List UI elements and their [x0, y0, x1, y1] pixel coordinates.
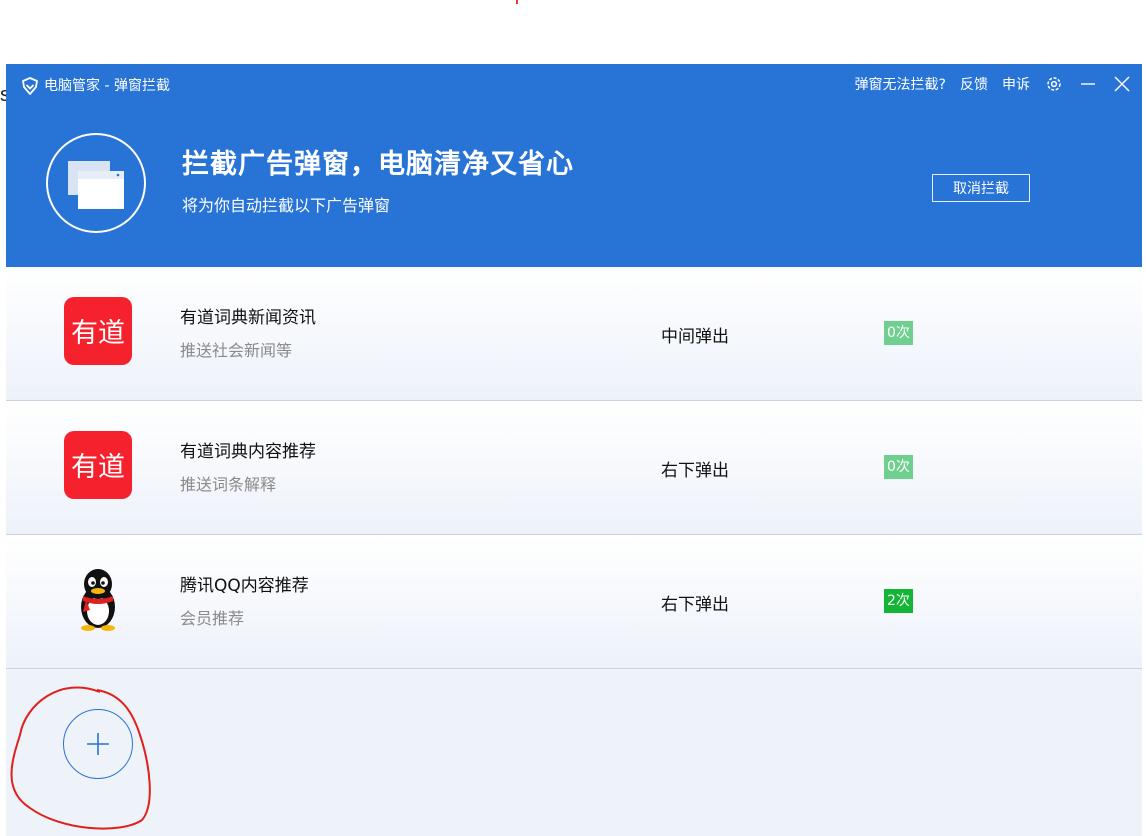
youdao-icon-text: 有道: [71, 318, 125, 349]
item-description: 会员推荐: [180, 609, 245, 628]
header-headline: 拦截广告弹窗，电脑清净又省心: [182, 149, 574, 180]
popup-blocker-window: 电脑管家 - 弹窗拦截 弹窗无法拦截? 反馈 申诉 拦截广告弹窗，电脑清净又省心…: [6, 64, 1142, 836]
item-description: 推送社会新闻等: [180, 341, 293, 360]
youdao-icon-text: 有道: [71, 452, 125, 483]
qq-penguin-icon: [81, 569, 115, 631]
appeal-link[interactable]: 申诉: [1002, 74, 1030, 94]
add-item-button[interactable]: [63, 709, 133, 779]
popup-window-icon: [46, 133, 146, 233]
minimize-icon[interactable]: [1078, 74, 1098, 94]
title-bar-actions: 弹窗无法拦截? 反馈 申诉: [855, 74, 1132, 94]
close-icon[interactable]: [1112, 74, 1132, 94]
settings-icon[interactable]: [1044, 74, 1064, 94]
item-description: 推送词条解释: [180, 475, 277, 494]
list-item: 腾讯QQ内容推荐 会员推荐 右下弹出 2次: [6, 535, 1142, 669]
popup-position: 中间弹出: [661, 327, 729, 347]
cancel-blocking-button[interactable]: 取消拦截: [932, 174, 1030, 202]
header-banner: 拦截广告弹窗，电脑清净又省心 将为你自动拦截以下广告弹窗 取消拦截: [6, 108, 1142, 267]
item-name: 有道词典新闻资讯: [180, 308, 316, 328]
popup-position: 右下弹出: [661, 595, 729, 615]
header-subtitle: 将为你自动拦截以下广告弹窗: [182, 196, 391, 215]
title-bar: 电脑管家 - 弹窗拦截 弹窗无法拦截? 反馈 申诉: [6, 64, 1142, 108]
block-count-badge: 0次: [884, 321, 913, 345]
item-name: 腾讯QQ内容推荐: [180, 576, 309, 596]
window-title: 电脑管家 - 弹窗拦截: [44, 78, 170, 94]
shield-logo-icon: [22, 77, 38, 95]
list-item: 有道 有道词典新闻资讯 推送社会新闻等 中间弹出 0次: [6, 267, 1142, 401]
block-count-badge: 0次: [884, 455, 913, 479]
item-name: 有道词典内容推荐: [180, 442, 316, 462]
popup-position: 右下弹出: [661, 461, 729, 481]
youdao-app-icon: 有道: [64, 297, 132, 365]
block-count-badge: 2次: [884, 589, 913, 613]
cannot-block-link[interactable]: 弹窗无法拦截?: [855, 74, 946, 94]
feedback-link[interactable]: 反馈: [960, 74, 988, 94]
annotation-dot: [516, 0, 518, 4]
plus-icon: [87, 733, 109, 755]
list-item: 有道 有道词典内容推荐 推送词条解释 右下弹出 0次: [6, 401, 1142, 535]
youdao-app-icon: 有道: [64, 431, 132, 499]
